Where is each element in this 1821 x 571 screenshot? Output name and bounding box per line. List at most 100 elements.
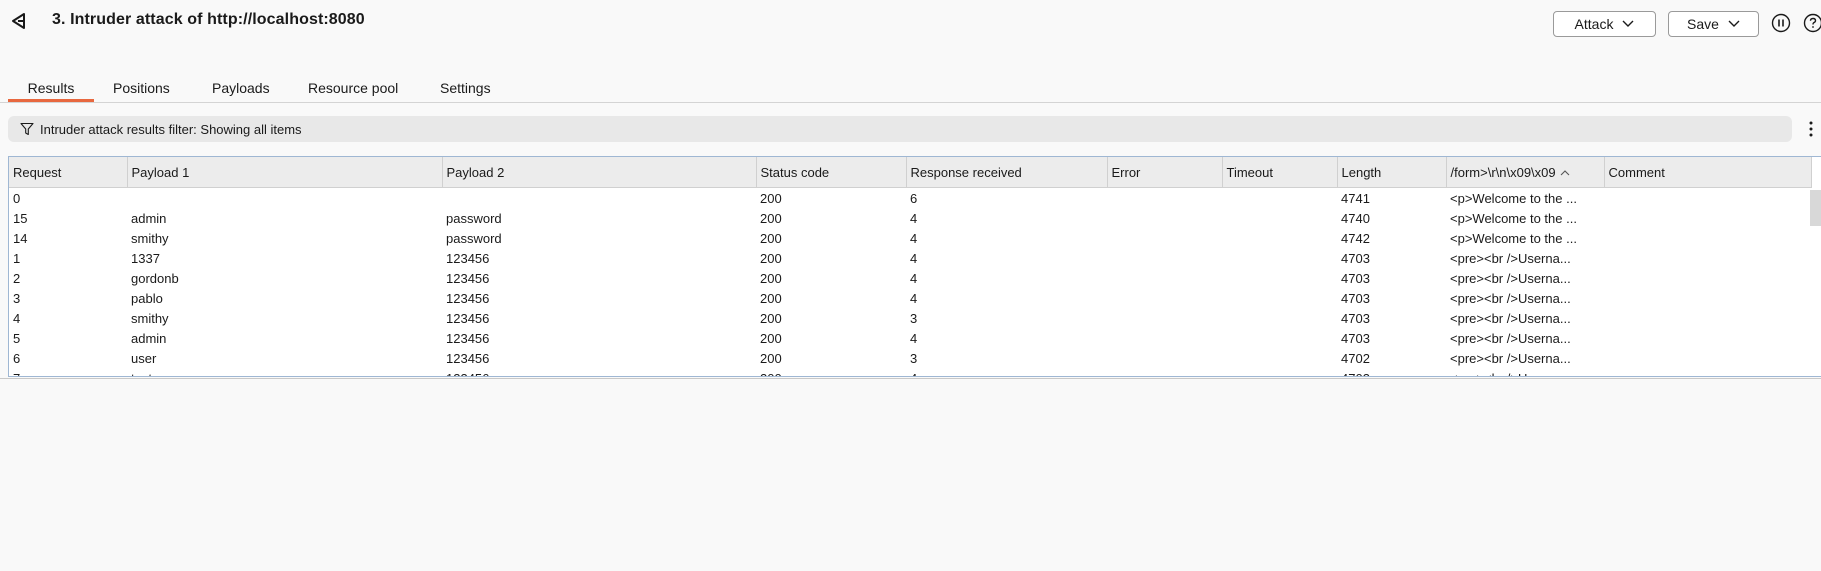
cell-payload-2: 123456 — [446, 350, 490, 366]
filter-icon — [20, 122, 34, 136]
cell-request: 1 — [13, 250, 21, 266]
cell-response-received: 3 — [910, 350, 918, 366]
results-filter-bar[interactable]: Intruder attack results filter: Showing … — [8, 116, 1792, 142]
table-row[interactable]: 1 1337 123456 200 4 4703 <pre><br />Userna... — [9, 248, 1811, 268]
cell-length: 4702 — [1341, 350, 1370, 366]
cell-error — [1107, 228, 1222, 248]
cell-comment — [1604, 248, 1811, 268]
table-row[interactable]: 14 smithy password 200 4 4742 <p>Welcome to th… — [9, 228, 1811, 248]
table-row[interactable]: 6 user 123456 200 3 4702 <pre><br />Userna... — [9, 348, 1811, 368]
cell-status-code: 200 — [760, 350, 782, 366]
tab-resource-pool[interactable]: Resource pool — [308, 78, 398, 102]
tab-payloads[interactable]: Payloads — [212, 78, 270, 102]
cell-status-code: 200 — [760, 250, 782, 266]
column-header-payload-2[interactable]: Payload 2 — [442, 157, 757, 188]
column-header-status-code[interactable]: Status code — [756, 157, 907, 188]
cell-payload-1: test — [127, 368, 442, 377]
cell-error — [1107, 268, 1222, 288]
cell-error — [1107, 368, 1222, 376]
table-row[interactable]: 2 gordonb 123456 200 4 4703 <pre><br />Userna.… — [9, 268, 1811, 288]
column-header-payload-1[interactable]: Payload 1 — [127, 157, 443, 188]
cell-payload-1: gordonb — [131, 270, 179, 286]
cell-length: 4703 — [1341, 310, 1370, 326]
cell-comment — [1604, 368, 1811, 376]
cell-grep-extract: <pre><br />Userna... — [1450, 330, 1571, 346]
cell-request: 0 — [13, 190, 21, 206]
table-header-row: Request Payload 1 Payload 2 Status code … — [9, 157, 1812, 188]
cell-length: 4740 — [1341, 210, 1370, 226]
table-row[interactable]: 0 200 6 4741 <p>Welcome to the ... — [9, 188, 1811, 209]
table-row[interactable]: 15 admin password 200 4 4740 <p>Welcome to the… — [9, 208, 1811, 228]
tab-results[interactable]: Results — [8, 78, 94, 102]
cell-request: 15 — [13, 210, 28, 226]
sort-ascending-icon — [1560, 170, 1570, 176]
cell-response-received: 4 — [906, 368, 1107, 377]
cell-error — [1107, 328, 1222, 348]
cell-error — [1107, 288, 1222, 308]
cell-status-code: 200 — [760, 290, 782, 306]
table-scrollbar-thumb[interactable] — [1810, 190, 1821, 226]
pause-icon[interactable] — [1771, 13, 1791, 33]
cell-request: 3 — [13, 290, 21, 306]
cell-comment — [1604, 268, 1811, 288]
cell-timeout — [1222, 368, 1337, 376]
table-row[interactable]: 5 admin 123456 200 4 4703 <pre><br />Userna... — [9, 328, 1811, 348]
cell-payload-2: 123456 — [446, 330, 490, 346]
cell-payload-1: 1337 — [131, 250, 160, 266]
table-row[interactable]: 4 smithy 123456 200 3 4703 <pre><br />Userna..… — [9, 308, 1811, 328]
page-title: 3. Intruder attack of http://localhost:8… — [52, 11, 365, 28]
cell-comment — [1604, 188, 1811, 209]
back-icon[interactable] — [8, 10, 30, 32]
results-table-container: Request Payload 1 Payload 2 Status code … — [8, 156, 1821, 377]
pane-divider[interactable] — [0, 378, 1821, 379]
cell-timeout — [1222, 328, 1337, 348]
cell-grep-extract: <p>Welcome to the ... — [1450, 230, 1577, 246]
cell-length: 4703 — [1341, 250, 1370, 266]
column-header-timeout[interactable]: Timeout — [1222, 157, 1338, 188]
cell-comment — [1604, 348, 1811, 368]
cell-error — [1107, 208, 1222, 228]
cell-payload-2: 123456 — [446, 250, 490, 266]
cell-grep-extract: <p>Welcome to the ... — [1450, 190, 1577, 206]
kebab-menu-icon[interactable] — [1808, 119, 1814, 139]
column-header-length[interactable]: Length — [1337, 157, 1447, 188]
column-header-comment[interactable]: Comment — [1604, 157, 1812, 188]
column-header-response-received[interactable]: Response received — [906, 157, 1108, 188]
cell-response-received: 3 — [910, 310, 918, 326]
column-header-grep-extract[interactable]: /form>\r\n\x09\x09 — [1446, 157, 1605, 188]
cell-length: 4741 — [1341, 190, 1370, 206]
cell-payload-1: admin — [131, 330, 167, 346]
cell-grep-extract: <pre><br />Userna... — [1450, 350, 1571, 366]
chevron-down-icon — [1728, 20, 1740, 27]
attack-button[interactable]: Attack — [1553, 11, 1656, 37]
cell-payload-1: smithy — [131, 230, 169, 246]
cell-payload-2: 123456 — [446, 310, 490, 326]
cell-timeout — [1222, 308, 1337, 328]
cell-payload-2: 123456 — [446, 270, 490, 286]
cell-grep-extract: <pre><br />Userna... — [1450, 270, 1571, 286]
attack-button-label: Attack — [1574, 16, 1614, 32]
cell-payload-2: password — [446, 210, 502, 226]
cell-length: 4703 — [1337, 368, 1446, 377]
column-header-error[interactable]: Error — [1107, 157, 1223, 188]
cell-status-code: 200 — [760, 310, 782, 326]
cell-status-code: 200 — [760, 230, 782, 246]
cell-timeout — [1222, 228, 1337, 248]
save-button[interactable]: Save — [1668, 11, 1759, 37]
tab-settings[interactable]: Settings — [440, 78, 491, 102]
column-header-request[interactable]: Request — [9, 157, 128, 188]
cell-payload-1: user — [131, 350, 157, 366]
cell-timeout — [1222, 188, 1337, 209]
table-row[interactable]: 3 pablo 123456 200 4 4703 <pre><br />Userna... — [9, 288, 1811, 308]
table-row[interactable]: 7test1234562004 4703<pre><br />Userna... — [9, 368, 1811, 377]
cell-error — [1107, 248, 1222, 268]
help-icon[interactable] — [1803, 13, 1821, 33]
tab-positions[interactable]: Positions — [113, 78, 170, 102]
cell-timeout — [1222, 348, 1337, 368]
cell-timeout — [1222, 268, 1337, 288]
save-button-label: Save — [1687, 16, 1719, 32]
cell-comment — [1604, 228, 1811, 248]
cell-response-received: 4 — [910, 230, 918, 246]
cell-payload-1: pablo — [131, 290, 163, 306]
cell-response-received: 4 — [910, 210, 918, 226]
